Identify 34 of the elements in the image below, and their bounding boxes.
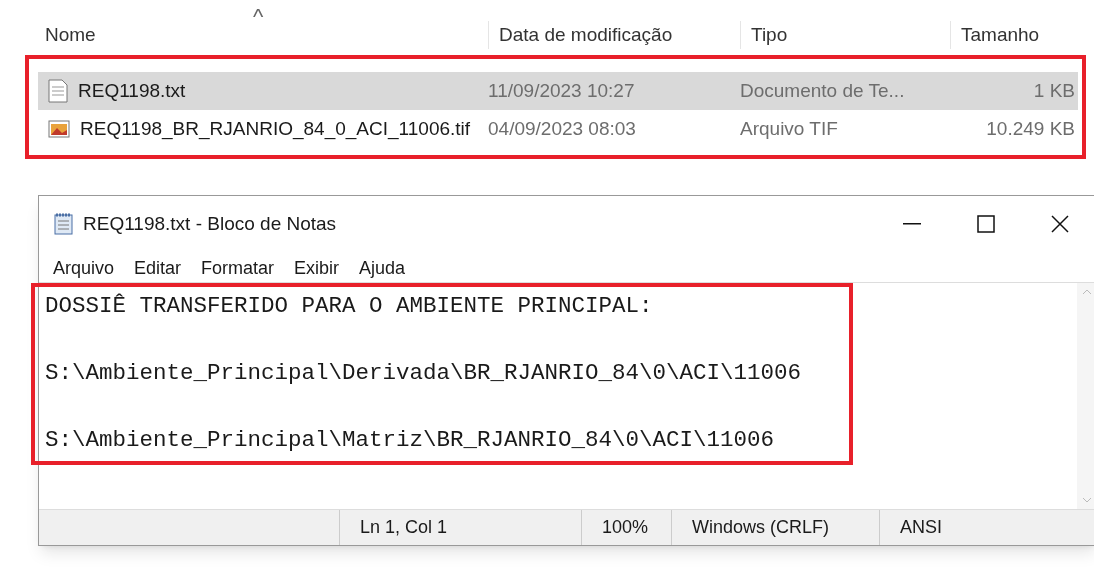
type-cell-text: Documento de Te... bbox=[740, 78, 906, 103]
menu-item[interactable]: Editar bbox=[124, 255, 192, 282]
status-item: 100% bbox=[581, 510, 671, 545]
date-cell-text: 04/09/2023 08:03 bbox=[488, 116, 637, 141]
image-file-icon bbox=[48, 120, 70, 138]
column-header[interactable]: Data de modificação bbox=[488, 20, 740, 49]
status-item: Windows (CRLF) bbox=[671, 510, 879, 545]
menu-item[interactable]: Formatar bbox=[191, 255, 285, 282]
scrollbar[interactable] bbox=[1077, 283, 1094, 509]
date-cell-text: 11/09/2023 10:27 bbox=[488, 78, 636, 103]
size-cell-text: 10.249 KB bbox=[985, 116, 1075, 141]
column-header[interactable]: Tipo bbox=[740, 20, 950, 49]
column-header[interactable]: Tamanho bbox=[950, 20, 1080, 49]
text-line: S:\Ambiente_Principal\Matriz\BR_RJANRIO_84\0\ACI\11006 bbox=[45, 426, 776, 455]
scroll-down-icon[interactable] bbox=[1082, 497, 1092, 503]
minimize-icon bbox=[903, 223, 921, 225]
maximize-icon bbox=[977, 215, 995, 233]
menu-item[interactable]: Arquivo bbox=[43, 255, 125, 282]
window-title: REQ1198.txt - Bloco de Notas bbox=[83, 211, 337, 236]
status-item: ANSI bbox=[879, 510, 1059, 545]
text-line: DOSSIÊ TRANSFERIDO PARA O AMBIENTE PRINCIPAL: bbox=[45, 292, 654, 321]
menu-item[interactable]: Exibir bbox=[284, 255, 350, 282]
menu-item[interactable]: Ajuda bbox=[349, 255, 416, 282]
size-cell-text: 1 KB bbox=[1032, 78, 1075, 103]
scroll-up-icon[interactable] bbox=[1082, 289, 1092, 295]
file-name: REQ1198_BR_RJANRIO_84_0_ACI_11006.tif bbox=[80, 116, 471, 142]
close-icon bbox=[1051, 215, 1069, 233]
status-item: Ln 1, Col 1 bbox=[339, 510, 581, 545]
type-cell-text: Arquivo TIF bbox=[740, 116, 839, 141]
text-line: S:\Ambiente_Principal\Derivada\BR_RJANRIO_84\0\ACI\11006 bbox=[45, 359, 803, 388]
file-row[interactable]: REQ1198.txt 11/09/2023 10:27 Documento de Te... 1 KB bbox=[38, 72, 1078, 110]
notepad-icon bbox=[53, 212, 75, 236]
file-name: REQ1198.txt bbox=[78, 78, 186, 103]
document-icon bbox=[48, 79, 68, 103]
